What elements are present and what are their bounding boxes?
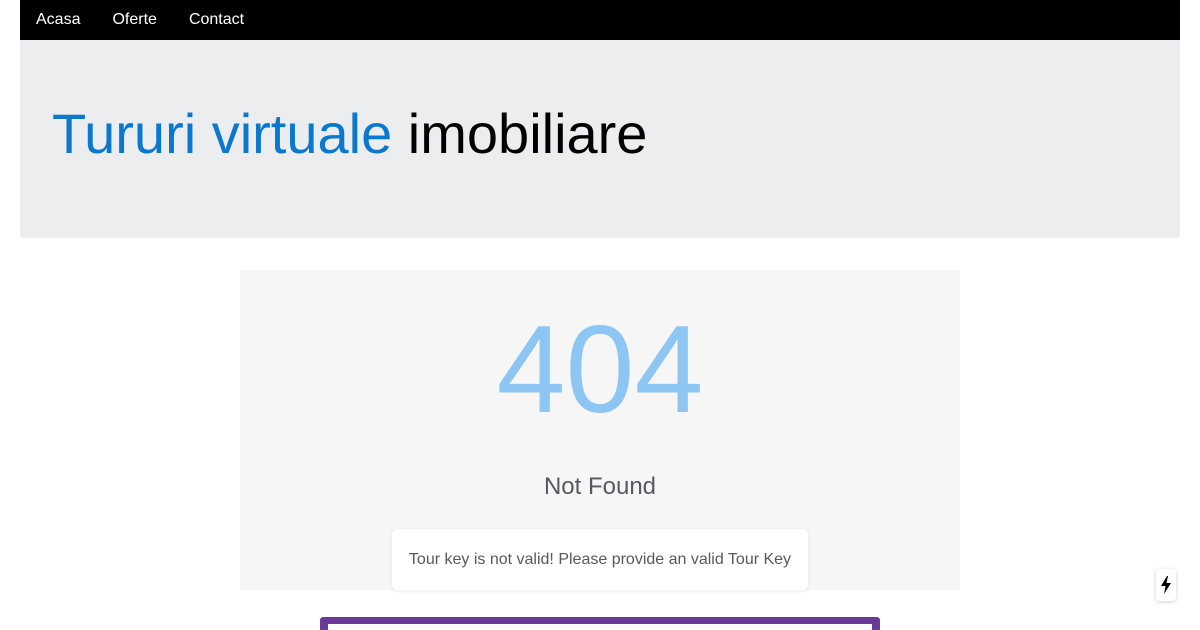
error-message: Tour key is not valid! Please provide an… (392, 529, 808, 590)
lightning-bolt-icon (1161, 576, 1171, 594)
hero-title-accent: Tururi virtuale (52, 102, 393, 165)
top-navbar: Acasa Oferte Contact (20, 0, 1180, 40)
nav-link-contact[interactable]: Contact (189, 0, 244, 40)
embed-frame-content (328, 624, 872, 630)
error-title: Not Found (543, 473, 657, 500)
hero-title-rest: imobiliare (392, 102, 648, 165)
page: Acasa Oferte Contact Tururi virtuale imo… (0, 0, 1200, 630)
lightning-action-button[interactable] (1156, 569, 1176, 601)
nav-link-acasa[interactable]: Acasa (36, 0, 80, 40)
nav-link-oferte[interactable]: Oferte (112, 0, 156, 40)
hero-title: Tururi virtuale imobiliare (52, 102, 647, 166)
embed-frame (320, 617, 880, 630)
hero-banner: Tururi virtuale imobiliare (20, 40, 1180, 238)
error-code: 404 (496, 301, 704, 439)
